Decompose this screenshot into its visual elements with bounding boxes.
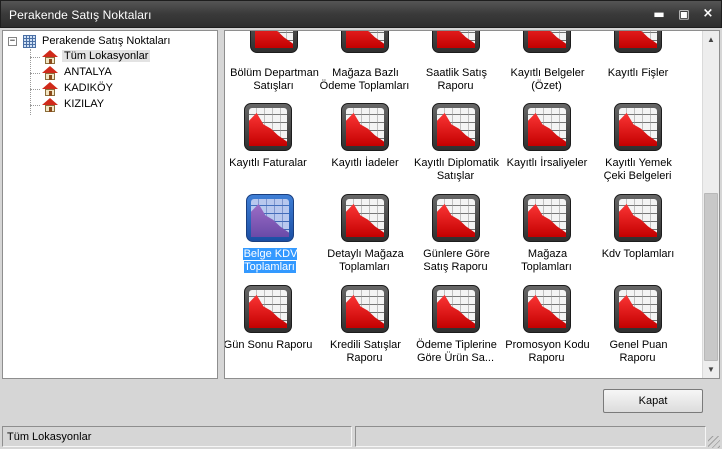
report-chart-icon bbox=[250, 31, 298, 53]
report-item[interactable]: Kayıtlı Yemek Çeki Belgeleri bbox=[592, 103, 684, 193]
report-chart-icon bbox=[614, 194, 662, 242]
report-chart-icon bbox=[614, 285, 662, 333]
tree-item-antalya[interactable]: ANTALYA bbox=[30, 65, 190, 81]
scroll-up-icon[interactable]: ▲ bbox=[703, 31, 719, 48]
report-label: Genel Puan Raporu bbox=[609, 339, 668, 364]
tree-item-label: KADIKÖY bbox=[64, 82, 113, 94]
report-chart-icon bbox=[523, 285, 571, 333]
report-label: Detaylı Mağaza Toplamları bbox=[327, 248, 404, 273]
maximize-icon[interactable]: ▣ bbox=[676, 7, 692, 21]
report-chart-icon bbox=[246, 194, 294, 242]
report-label: Bölüm Departman Satışları bbox=[230, 67, 319, 92]
title-bar: Perakende Satış Noktaları ▬ ▣ × bbox=[0, 0, 722, 28]
report-label: Belge KDV Toplamları bbox=[242, 248, 298, 273]
window-title: Perakende Satış Noktaları bbox=[9, 8, 152, 22]
store-icon bbox=[42, 82, 58, 96]
collapse-icon[interactable]: − bbox=[8, 37, 17, 46]
minimize-icon[interactable]: ▬ bbox=[651, 7, 667, 21]
report-label: Kayıtlı Faturalar bbox=[229, 157, 307, 169]
scroll-down-icon[interactable]: ▼ bbox=[703, 361, 719, 378]
report-grid[interactable]: Bölüm Departman Satışları Mağaza Bazlı Ö… bbox=[224, 30, 720, 379]
report-item-selected[interactable]: Belge KDV Toplamları bbox=[225, 194, 316, 284]
report-label: Kredili Satışlar Raporu bbox=[330, 339, 401, 364]
resize-grip-icon[interactable] bbox=[708, 436, 720, 448]
report-label: Promosyon Kodu Raporu bbox=[505, 339, 590, 364]
close-icon[interactable]: × bbox=[700, 7, 716, 21]
tree-item-label: ANTALYA bbox=[64, 66, 112, 78]
report-label: Kayıtlı Belgeler (Özet) bbox=[510, 67, 585, 92]
report-item[interactable]: Ödeme Tiplerine Göre Ürün Sa... bbox=[410, 285, 502, 375]
report-chart-icon bbox=[341, 103, 389, 151]
report-label: Günlere Göre Satış Raporu bbox=[423, 248, 490, 273]
store-icon bbox=[42, 50, 58, 64]
report-chart-icon bbox=[244, 103, 292, 151]
report-item[interactable]: Kayıtlı Faturalar bbox=[225, 103, 314, 193]
report-item[interactable]: Genel Puan Raporu bbox=[592, 285, 684, 375]
report-label: Saatlik Satış Raporu bbox=[425, 67, 488, 92]
store-icon bbox=[42, 66, 58, 80]
report-label: Mağaza Toplamları bbox=[521, 248, 572, 273]
report-chart-icon bbox=[432, 194, 480, 242]
tree-item-tum-lokasyonlar[interactable]: Tüm Lokasyonlar bbox=[30, 49, 190, 65]
report-chart-icon bbox=[341, 31, 389, 53]
report-item[interactable]: Kdv Toplamları bbox=[592, 194, 684, 284]
report-chart-icon bbox=[432, 285, 480, 333]
report-chart-icon bbox=[244, 285, 292, 333]
report-item[interactable]: Detaylı Mağaza Toplamları bbox=[319, 194, 411, 284]
report-item[interactable]: Günlere Göre Satış Raporu bbox=[410, 194, 502, 284]
report-chart-icon bbox=[614, 31, 662, 53]
report-label: Kdv Toplamları bbox=[601, 248, 675, 260]
status-location: Tüm Lokasyonlar bbox=[2, 426, 352, 447]
status-bar: Tüm Lokasyonlar bbox=[0, 425, 722, 449]
tree-item-label: Tüm Lokasyonlar bbox=[62, 50, 151, 62]
tree-root-label: Perakende Satış Noktaları bbox=[42, 35, 171, 47]
report-label: Mağaza Bazlı Ödeme Toplamları bbox=[319, 67, 410, 92]
report-item[interactable]: Kayıtlı Diplomatik Satışlar bbox=[410, 103, 502, 193]
grid-icon bbox=[23, 35, 36, 48]
report-chart-icon bbox=[523, 194, 571, 242]
report-label: Kayıtlı Yemek Çeki Belgeleri bbox=[603, 157, 672, 182]
report-label: Kayıtlı Fişler bbox=[607, 67, 669, 79]
report-chart-icon bbox=[341, 194, 389, 242]
report-chart-icon bbox=[432, 31, 480, 53]
report-item[interactable]: Mağaza Toplamları bbox=[501, 194, 593, 284]
report-chart-icon bbox=[523, 31, 571, 53]
tree-item-kadikoy[interactable]: KADIKÖY bbox=[30, 81, 190, 97]
report-label: Gün Sonu Raporu bbox=[224, 339, 313, 351]
store-icon bbox=[42, 98, 58, 112]
tree-item-label: KIZILAY bbox=[64, 98, 105, 110]
status-secondary bbox=[355, 426, 706, 447]
report-item[interactable]: Kayıtlı İrsaliyeler bbox=[501, 103, 593, 193]
vertical-scrollbar[interactable]: ▲ ▼ bbox=[702, 31, 719, 378]
report-chart-icon bbox=[341, 285, 389, 333]
report-label: Ödeme Tiplerine Göre Ürün Sa... bbox=[416, 339, 497, 364]
scroll-thumb[interactable] bbox=[704, 193, 718, 361]
report-chart-icon bbox=[614, 103, 662, 151]
report-label: Kayıtlı İadeler bbox=[331, 157, 399, 169]
report-chart-icon bbox=[432, 103, 480, 151]
report-label: Kayıtlı Diplomatik Satışlar bbox=[414, 157, 499, 182]
close-button[interactable]: Kapat bbox=[603, 389, 703, 413]
report-label: Kayıtlı İrsaliyeler bbox=[506, 157, 588, 169]
report-item[interactable]: Kayıtlı İadeler bbox=[319, 103, 411, 193]
report-item[interactable]: Gün Sonu Raporu bbox=[224, 285, 314, 375]
report-item[interactable]: Kredili Satışlar Raporu bbox=[319, 285, 411, 375]
location-tree[interactable]: − Perakende Satış Noktaları Tüm Lokasyon… bbox=[2, 30, 218, 379]
tree-item-kizilay[interactable]: KIZILAY bbox=[30, 97, 190, 113]
report-item[interactable]: Promosyon Kodu Raporu bbox=[501, 285, 593, 375]
report-chart-icon bbox=[523, 103, 571, 151]
